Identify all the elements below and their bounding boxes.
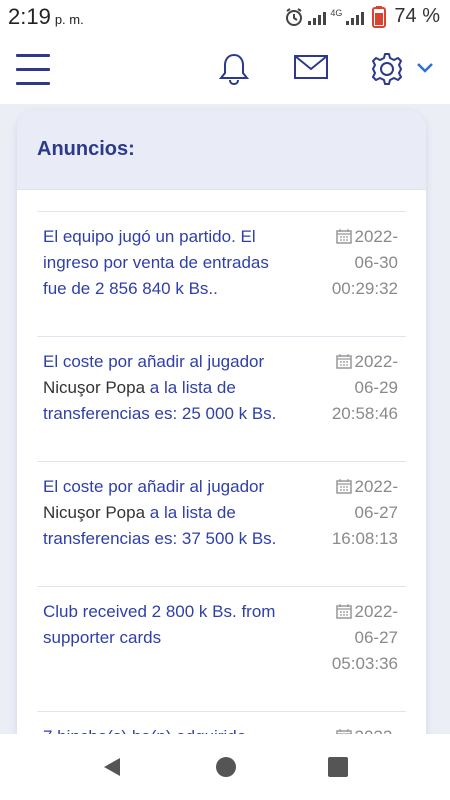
status-ampm: p. m. bbox=[54, 12, 84, 27]
list-item[interactable]: Club received 2 800 k Bs. from supporter… bbox=[37, 586, 406, 711]
announcement-text: El coste por añadir al jugador Nicuşor P… bbox=[43, 349, 291, 427]
status-bar: 2:19 p. m. 4G 74 % bbox=[0, 0, 450, 34]
chevron-down-icon[interactable] bbox=[416, 62, 434, 74]
announcement-list[interactable]: El equipo jugó un partido. El ingreso po… bbox=[37, 211, 406, 751]
battery-percent: 74 % bbox=[394, 5, 440, 27]
announcement-date: 2022- 06-27 16:08:13 bbox=[298, 474, 398, 552]
list-item[interactable]: El equipo jugó un partido. El ingreso po… bbox=[37, 211, 406, 336]
calendar-icon bbox=[335, 354, 352, 369]
menu-icon[interactable] bbox=[16, 52, 50, 86]
date-year: 2022- bbox=[354, 352, 398, 371]
card-header: Anuncios: bbox=[17, 111, 426, 190]
announcement-date: 2022- 06-29 20:58:46 bbox=[298, 349, 398, 427]
date-time: 05:03:36 bbox=[331, 654, 398, 673]
app-header bbox=[0, 34, 450, 104]
announcement-text: El coste por añadir al jugador Nicuşor P… bbox=[43, 474, 291, 552]
date-year: 2022- bbox=[354, 227, 398, 246]
list-item[interactable]: El coste por añadir al jugador Nicuşor P… bbox=[37, 336, 406, 461]
recent-apps-icon[interactable] bbox=[327, 756, 349, 778]
alarm-icon bbox=[286, 7, 303, 26]
announcement-text: El equipo jugó un partido. El ingreso po… bbox=[43, 227, 269, 298]
gear-icon[interactable] bbox=[370, 52, 404, 86]
calendar-icon bbox=[335, 604, 352, 619]
date-md: 06-27 bbox=[354, 628, 398, 647]
system-nav-bar bbox=[0, 734, 450, 800]
status-time-value: 2:19 bbox=[8, 4, 51, 29]
announcement-text-pre: El coste por añadir al jugador bbox=[43, 477, 265, 496]
date-md: 06-30 bbox=[354, 253, 398, 272]
card-title: Anuncios: bbox=[37, 138, 135, 160]
date-year: 2022- bbox=[354, 602, 398, 621]
calendar-icon bbox=[335, 229, 352, 244]
signal-icon bbox=[308, 11, 327, 25]
date-year: 2022- bbox=[354, 477, 398, 496]
calendar-icon bbox=[335, 479, 352, 494]
date-md: 06-29 bbox=[354, 378, 398, 397]
battery-icon bbox=[372, 5, 387, 28]
date-time: 00:29:32 bbox=[331, 279, 398, 298]
announcement-date: 2022- 06-27 05:03:36 bbox=[298, 599, 398, 677]
back-icon[interactable] bbox=[101, 756, 123, 778]
list-item[interactable]: El coste por añadir al jugador Nicuşor P… bbox=[37, 461, 406, 586]
status-time: 2:19 p. m. bbox=[8, 4, 84, 30]
announcement-date: 2022- 06-30 00:29:32 bbox=[298, 224, 398, 302]
announcements-card: Anuncios: El equipo jugó un partido. El … bbox=[17, 111, 426, 751]
date-time: 20:58:46 bbox=[331, 404, 398, 423]
bell-icon[interactable] bbox=[218, 52, 250, 86]
player-name: Nicuşor Popa bbox=[43, 503, 146, 522]
player-name: Nicuşor Popa bbox=[43, 378, 146, 397]
home-icon[interactable] bbox=[215, 756, 237, 778]
announcement-text: Club received 2 800 k Bs. from supporter… bbox=[43, 602, 276, 647]
date-md: 06-27 bbox=[354, 503, 398, 522]
mail-icon[interactable] bbox=[293, 52, 329, 82]
signal-icon-2 bbox=[346, 11, 365, 25]
announcement-text-pre: El coste por añadir al jugador bbox=[43, 352, 265, 371]
date-time: 16:08:13 bbox=[331, 529, 398, 548]
network-type: 4G bbox=[330, 7, 343, 18]
status-indicators: 4G 74 % bbox=[284, 5, 440, 28]
